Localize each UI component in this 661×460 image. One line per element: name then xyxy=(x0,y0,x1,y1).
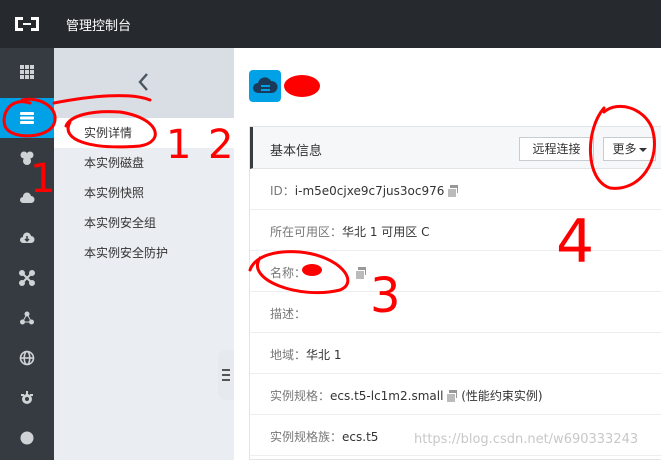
rail-item-settings[interactable] xyxy=(0,378,54,418)
row-label: 名称： xyxy=(270,266,307,280)
more-button-label: 更多 xyxy=(612,142,637,156)
subnav-item-snapshots[interactable]: 本实例快照 xyxy=(54,178,234,208)
database-icon xyxy=(20,151,34,165)
network-icon xyxy=(19,270,35,286)
info-row-id: ID：i-m5e0cjxe9c7jus3oc976 xyxy=(250,169,661,210)
remote-connect-button[interactable]: 远程连接 xyxy=(519,137,594,161)
instance-cloud-icon xyxy=(249,70,281,102)
row-label: 实例规格： xyxy=(270,389,331,403)
more-button[interactable]: 更多 xyxy=(603,137,656,161)
cloud-download-icon xyxy=(20,232,35,243)
info-row-spec: 实例规格：ecs.t5-lc1m2.small (性能约束实例) xyxy=(250,374,661,415)
cloud-icon xyxy=(20,192,35,203)
row-value: 华北 1 可用区 C xyxy=(342,225,430,239)
copy-icon[interactable] xyxy=(447,185,459,198)
app-title: 管理控制台 xyxy=(66,19,132,34)
row-label: ID： xyxy=(270,184,295,198)
subnav-item-security-groups[interactable]: 本实例安全组 xyxy=(54,208,234,238)
panel-drag-handle[interactable] xyxy=(218,350,234,400)
edit-icon[interactable] xyxy=(355,267,367,280)
row-label: 实例规格族： xyxy=(270,430,343,444)
subnav-item-details[interactable]: 实例详情 xyxy=(54,118,234,148)
rail-item-globe[interactable] xyxy=(0,338,54,378)
aliyun-logo-icon[interactable] xyxy=(12,12,42,36)
collapse-bar xyxy=(54,48,234,118)
row-label: 所在可用区： xyxy=(270,225,343,239)
rail-item-cloud[interactable] xyxy=(0,178,54,218)
row-value-suffix: (性能约束实例) xyxy=(461,389,543,403)
rail-item-cloud-download[interactable] xyxy=(0,218,54,258)
watermark: https://blog.csdn.net/w690333243 xyxy=(414,432,639,447)
grid-icon xyxy=(20,65,34,79)
icon-rail xyxy=(0,48,54,460)
row-value: 华北 1 xyxy=(306,348,342,362)
copy-icon[interactable] xyxy=(446,390,458,403)
info-row-region: 地域：华北 1 xyxy=(250,333,661,374)
subnav-item-disks[interactable]: 本实例磁盘 xyxy=(54,148,234,178)
panel-header: 基本信息 远程连接 更多 xyxy=(250,127,661,169)
circle-icon xyxy=(20,431,34,445)
rail-item-products[interactable] xyxy=(0,52,54,92)
gear-icon xyxy=(21,391,33,404)
rail-item-database[interactable] xyxy=(0,138,54,178)
subnav-item-security-protection[interactable]: 本实例安全防护 xyxy=(54,238,234,268)
name-redaction xyxy=(302,264,322,276)
rail-item-more[interactable] xyxy=(0,418,54,458)
row-label: 描述： xyxy=(270,307,307,321)
row-value: ecs.t5-lc1m2.small xyxy=(330,389,444,403)
rail-item-network[interactable] xyxy=(0,258,54,298)
top-bar: 管理控制台 xyxy=(0,0,661,48)
server-icon xyxy=(20,112,34,124)
basic-info-panel: 基本信息 远程连接 更多 ID：i-m5e0cjxe9c7jus3oc976 所… xyxy=(249,126,661,460)
rail-item-nodes[interactable] xyxy=(0,298,54,338)
row-value: i-m5e0cjxe9c7jus3oc976 xyxy=(294,184,445,198)
instance-subnav: 实例详情 本实例磁盘 本实例快照 本实例安全组 本实例安全防护 xyxy=(54,48,234,460)
caret-down-icon xyxy=(638,147,647,152)
panel-title: 基本信息 xyxy=(270,144,323,159)
globe-icon xyxy=(19,350,35,366)
chevron-left-icon[interactable] xyxy=(134,70,154,94)
info-row-description: 描述： xyxy=(250,292,661,333)
row-label: 地域： xyxy=(270,348,307,362)
info-row-zone: 所在可用区：华北 1 可用区 C xyxy=(250,210,661,251)
instance-name-redaction xyxy=(284,75,320,97)
rail-item-ecs[interactable] xyxy=(0,98,54,138)
row-value: ecs.t5 xyxy=(342,430,379,444)
nodes-icon xyxy=(20,311,34,325)
